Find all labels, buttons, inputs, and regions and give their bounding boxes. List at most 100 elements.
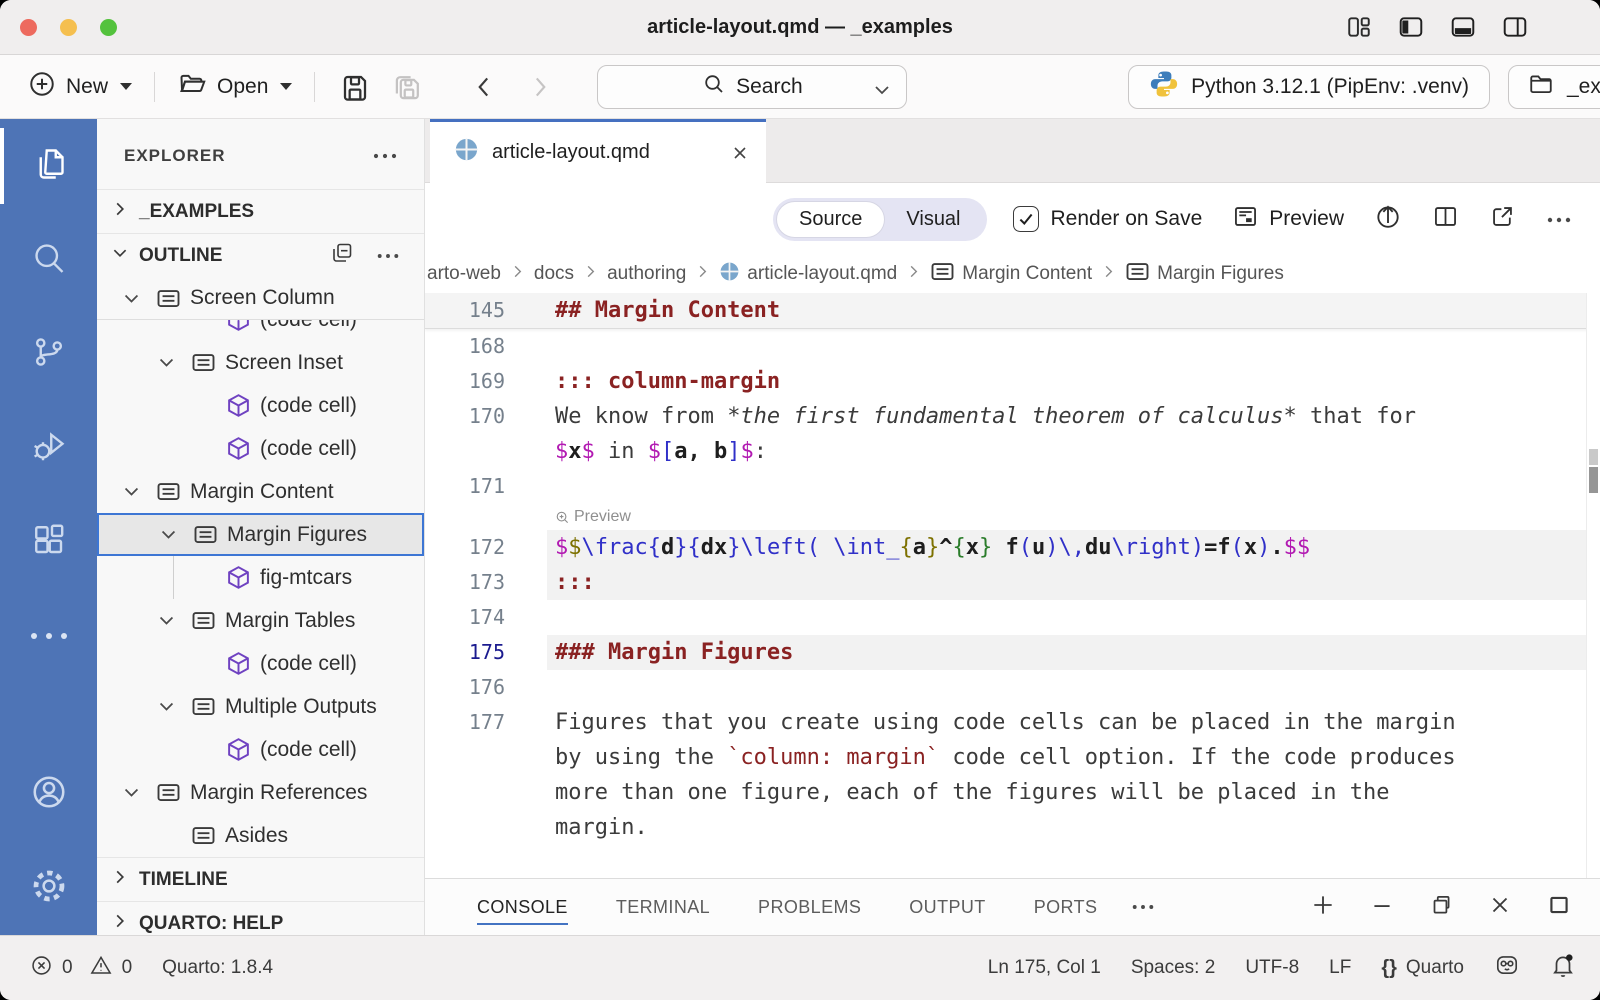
workspace-button[interactable]: _ex <box>1508 65 1600 109</box>
sidebar-item-more[interactable] <box>0 589 97 683</box>
python-logo-icon <box>1149 69 1179 105</box>
outline-item-margin-figures[interactable]: Margin Figures <box>97 513 424 556</box>
editor-more-actions-button[interactable] <box>1546 207 1572 231</box>
breadcrumb-item-docs[interactable]: docs <box>534 263 574 285</box>
breadcrumb-item-article-layout-qmd[interactable]: article-layout.qmd <box>719 261 897 288</box>
toggle-visual-button[interactable]: Visual <box>884 202 982 237</box>
eol-status[interactable]: LF <box>1329 957 1351 979</box>
outline-item-screen-column[interactable]: Screen Column <box>97 277 424 320</box>
outline-item-margin-references[interactable]: Margin References <box>97 771 424 814</box>
toggle-right-panel-icon[interactable] <box>1500 14 1530 40</box>
toggle-left-panel-icon[interactable] <box>1396 14 1426 40</box>
save-all-button[interactable] <box>381 65 435 109</box>
account-button[interactable] <box>0 747 97 841</box>
tree-chevron-down-icon[interactable] <box>122 783 156 802</box>
tree-chevron-down-icon[interactable] <box>157 697 191 716</box>
line-number: 173 <box>425 565 505 600</box>
problems-status[interactable]: 0 0 <box>30 954 132 983</box>
interpreter-selector-button[interactable]: Python 3.12.1 (PipEnv: .venv) <box>1128 65 1490 109</box>
minimize-window-button[interactable] <box>60 19 77 36</box>
panel-tab-output[interactable]: OUTPUT <box>909 889 985 925</box>
panel-tab-console[interactable]: CONSOLE <box>477 889 568 925</box>
breadcrumb-item-authoring[interactable]: authoring <box>607 263 686 285</box>
panel-new-icon[interactable] <box>1310 892 1336 923</box>
outline-item-code-cell[interactable]: (code cell) <box>97 728 424 771</box>
toggle-source-button[interactable]: Source <box>777 202 884 237</box>
navigate-forward-button[interactable] <box>517 66 563 108</box>
panel-restore-icon[interactable] <box>1428 892 1454 923</box>
quarto-version-status[interactable]: Quarto: 1.8.4 <box>162 957 273 979</box>
render-on-save-checkbox[interactable] <box>1013 206 1039 232</box>
code-line-174: 174 <box>425 600 1600 635</box>
outline-more-icon[interactable] <box>376 245 400 267</box>
open-button[interactable]: Open <box>169 64 300 110</box>
panel-tab-problems[interactable]: PROBLEMS <box>758 889 861 925</box>
collapse-all-icon[interactable] <box>330 241 354 271</box>
breadcrumb-item-margin-figures[interactable]: Margin Figures <box>1125 259 1284 290</box>
outline-item-margin-content[interactable]: Margin Content <box>97 470 424 513</box>
outline-item-code-cell[interactable]: (code cell) <box>97 320 424 341</box>
cursor-position-status[interactable]: Ln 175, Col 1 <box>988 957 1101 979</box>
outline-item-multiple-outputs[interactable]: Multiple Outputs <box>97 685 424 728</box>
section-examples[interactable]: _EXAMPLES <box>97 189 424 233</box>
split-editor-button[interactable] <box>1432 203 1459 236</box>
outline-item-margin-tables[interactable]: Margin Tables <box>97 599 424 642</box>
sidebar-item-explorer[interactable] <box>0 119 97 213</box>
section-icon <box>191 608 225 633</box>
open-external-button[interactable] <box>1489 203 1516 236</box>
customize-layout-icon[interactable] <box>1344 14 1374 40</box>
search-input[interactable]: Search <box>597 65 907 109</box>
section-timeline[interactable]: TIMELINE <box>97 857 424 901</box>
search-dropdown-chevron-icon[interactable] <box>872 80 892 104</box>
panel-close-icon[interactable] <box>1487 892 1513 923</box>
panel-more-button[interactable] <box>1131 902 1155 912</box>
tree-chevron-down-icon[interactable] <box>122 289 156 308</box>
sidebar-item-source-control[interactable] <box>0 307 97 401</box>
tab-article-layout-qmd[interactable]: article-layout.qmd <box>430 119 766 183</box>
explorer-more-icon[interactable] <box>372 146 398 166</box>
outline-item-asides[interactable]: Asides <box>97 814 424 857</box>
toolbar-divider <box>314 72 315 102</box>
outline-item-code-cell[interactable]: (code cell) <box>97 427 424 470</box>
new-button[interactable]: New <box>20 64 140 110</box>
breadcrumb-item-arto-web[interactable]: arto-web <box>427 263 501 285</box>
panel-tab-ports[interactable]: PORTS <box>1034 889 1098 925</box>
breadcrumb-item-margin-content[interactable]: Margin Content <box>930 259 1092 290</box>
settings-button[interactable] <box>0 841 97 935</box>
navigate-back-button[interactable] <box>461 66 507 108</box>
notifications-button[interactable] <box>1550 952 1576 984</box>
toggle-bottom-panel-icon[interactable] <box>1448 14 1478 40</box>
sidebar-item-extensions[interactable] <box>0 495 97 589</box>
section-outline[interactable]: OUTLINE <box>97 233 424 277</box>
tab-close-icon[interactable] <box>730 143 750 163</box>
panel-minimize-icon[interactable] <box>1369 892 1395 923</box>
outline-item-fig-mtcars[interactable]: fig-mtcars <box>97 556 424 599</box>
feedback-button[interactable] <box>1494 952 1520 984</box>
publish-button[interactable] <box>1374 202 1402 236</box>
sidebar-item-search[interactable] <box>0 213 97 307</box>
code-cell-icon <box>226 436 260 461</box>
encoding-status[interactable]: UTF-8 <box>1245 957 1299 979</box>
codelens-preview-link[interactable]: Preview <box>555 504 1600 530</box>
tree-chevron-down-icon[interactable] <box>159 525 193 544</box>
code-editor[interactable]: 145## Margin Content168169::: column-mar… <box>425 293 1600 878</box>
preview-button[interactable]: Preview <box>1232 203 1344 236</box>
section-quarto-help[interactable]: QUARTO: HELP <box>97 901 424 935</box>
tree-chevron-down-icon[interactable] <box>157 353 191 372</box>
tree-chevron-down-icon[interactable] <box>122 482 156 501</box>
editor-scrollbar[interactable] <box>1586 293 1600 878</box>
language-mode-status[interactable]: {} Quarto <box>1381 957 1464 980</box>
scrollbar-thumb[interactable] <box>1589 467 1598 493</box>
panel-maximize-icon[interactable] <box>1546 892 1572 923</box>
outline-item-code-cell[interactable]: (code cell) <box>97 642 424 685</box>
indentation-status[interactable]: Spaces: 2 <box>1131 957 1216 979</box>
outline-item-code-cell[interactable]: (code cell) <box>97 384 424 427</box>
panel-tab-terminal[interactable]: TERMINAL <box>616 889 710 925</box>
save-button[interactable] <box>329 65 381 109</box>
close-window-button[interactable] <box>20 19 37 36</box>
tree-chevron-down-icon[interactable] <box>157 611 191 630</box>
sidebar-item-run-debug[interactable] <box>0 401 97 495</box>
outline-item-screen-inset[interactable]: Screen Inset <box>97 341 424 384</box>
code-line-145: 145## Margin Content <box>425 293 1600 329</box>
zoom-window-button[interactable] <box>100 19 117 36</box>
